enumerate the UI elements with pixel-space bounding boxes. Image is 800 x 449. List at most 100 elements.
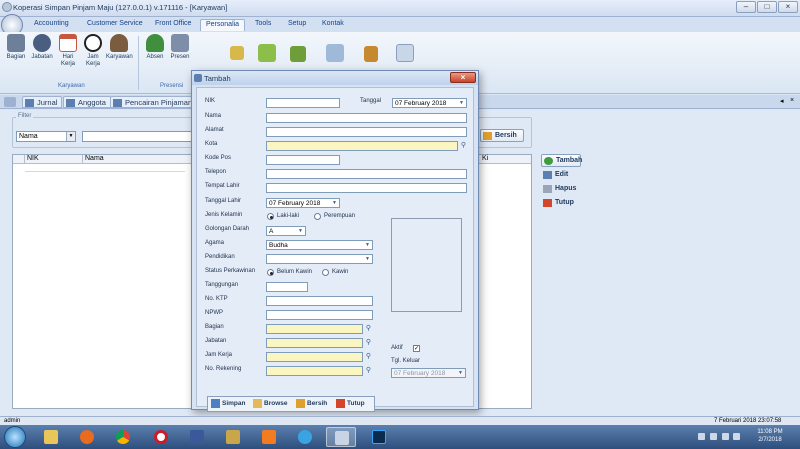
tanggungan-field[interactable] [266,282,308,292]
gender-female-radio[interactable] [314,213,321,220]
close-button[interactable]: × [778,1,798,13]
edit-button[interactable]: Edit [541,169,581,182]
tab-customer-service[interactable]: Customer Service [82,19,148,31]
button-label: Bersih [495,132,517,139]
tab-nav-icon[interactable] [4,97,16,107]
column-header-nama[interactable]: Nama [83,155,203,164]
taskbar-firefox[interactable] [72,427,102,447]
agama-select[interactable]: Budha ▼ [266,240,373,250]
volume-icon[interactable] [733,433,740,440]
tanggal-lahir-date-picker[interactable]: 07 February 2018 ▼ [266,198,340,208]
photo-box[interactable] [391,218,462,312]
status-married-radio[interactable] [322,269,329,276]
tab-personalia[interactable]: Personalia [200,19,246,31]
maximize-button[interactable]: □ [757,1,777,13]
tab-setup[interactable]: Setup [283,19,311,31]
doc-tab-pencairan-pinjaman[interactable]: Pencairan Pinjaman [110,96,198,108]
taskbar-chrome[interactable] [108,427,138,447]
jam-kerja-field[interactable] [266,352,363,362]
dialog-title-bar[interactable]: Tambah × [192,71,478,85]
bersih-filter-button[interactable]: Bersih [480,129,524,142]
taskbar-explorer[interactable] [36,427,66,447]
tab-kontak[interactable]: Kontak [317,19,349,31]
tambah-button[interactable]: Tambah [541,154,582,167]
browse-button[interactable]: Browse [252,398,287,410]
filter-search-input[interactable] [82,131,192,142]
search-icon[interactable]: ⚲ [364,338,373,347]
nik-field[interactable] [266,98,340,108]
network-icon[interactable] [722,433,729,440]
status-single-radio[interactable] [267,269,274,276]
taskbar-app[interactable] [218,427,248,447]
ribbon-button-jabatan[interactable]: Jabatan [29,34,55,61]
no-ktp-field[interactable] [266,296,373,306]
telepon-field[interactable] [266,169,467,179]
search-icon[interactable]: ⚲ [364,324,373,333]
taskbar-clock[interactable]: 11:08 PM 2/7/2018 [742,428,798,444]
kode-pos-field[interactable] [266,155,340,165]
button-label: Bersih [307,400,328,407]
tab-close-icon[interactable]: × [790,97,797,106]
jabatan-field[interactable] [266,338,363,348]
tab-accounting[interactable]: Accounting [29,19,74,31]
tgl-keluar-date-picker[interactable]: 07 February 2018 ▼ [391,368,466,378]
app-icon[interactable] [2,2,12,12]
taskbar-opera[interactable] [146,427,176,447]
ribbon-extra-icon[interactable] [290,46,306,62]
ribbon-button-presensi[interactable]: Presen [167,34,193,61]
ribbon-button-jam-kerja[interactable]: Jam Kerja [80,34,106,68]
tab-tools[interactable]: Tools [250,19,276,31]
doc-tab-anggota[interactable]: Anggota [63,96,111,108]
taskbar-app[interactable] [290,427,320,447]
nama-field[interactable] [266,113,467,123]
simpan-button[interactable]: Simpan [210,398,245,410]
flag-icon[interactable] [710,433,717,440]
tray-icon[interactable] [698,433,705,440]
ribbon-button-bagian[interactable]: Bagian [3,34,29,61]
tempat-lahir-field[interactable] [266,183,467,193]
aktif-checkbox[interactable]: ✓ [413,345,420,352]
bersih-button[interactable]: Bersih [295,398,327,410]
dialog-close-button[interactable]: × [450,72,476,83]
pendidikan-select[interactable]: ▼ [266,254,373,264]
search-icon[interactable]: ⚲ [459,141,468,150]
clock-time: 11:08 PM [757,429,783,435]
status-datetime: 7 Februari 2018 23:07:58 [714,418,782,424]
search-icon[interactable]: ⚲ [364,352,373,361]
tanggal-date-picker[interactable]: 07 February 2018 ▼ [392,98,467,108]
alamat-field[interactable] [266,127,467,137]
ribbon-button-karyawan[interactable]: Karyawan [106,34,133,61]
minimize-button[interactable]: – [736,1,756,13]
kota-field[interactable] [266,141,458,151]
search-icon[interactable]: ⚲ [364,366,373,375]
golongan-darah-select[interactable]: A ▼ [266,226,306,236]
npwp-field[interactable] [266,310,373,320]
taskbar-xampp[interactable] [254,427,284,447]
ribbon-extra-icon[interactable] [258,44,276,62]
hapus-button[interactable]: Hapus [541,183,581,196]
column-header-nik[interactable]: NIK [25,155,83,164]
table-row[interactable] [25,164,185,172]
tab-front-office[interactable]: Front Office [150,19,196,31]
filter-field-select[interactable]: Nama ▼ [16,131,76,142]
taskbar-facebook[interactable] [182,427,212,447]
ribbon-button-absen[interactable]: Absen [142,34,168,61]
gender-male-radio[interactable] [267,213,274,220]
ribbon-button-hari-kerja[interactable]: Hari Kerja [55,34,81,68]
tutup-button[interactable]: Tutup [541,197,581,210]
ribbon-extra-icon[interactable] [364,46,378,62]
taskbar-koperasi-app[interactable] [326,427,356,447]
tab-scroll-icon[interactable]: ◂ [780,97,787,106]
ribbon-extra-icon[interactable] [230,46,244,60]
ribbon-extra-icon[interactable] [326,44,344,62]
taskbar-photoshop[interactable] [364,427,394,447]
column-header-ki[interactable]: Ki [480,155,531,164]
label-nik: NIK [205,98,216,104]
doc-tab-jurnal[interactable]: Jurnal [22,96,63,108]
bagian-field[interactable] [266,324,363,334]
start-button[interactable] [4,426,26,448]
no-rekening-field[interactable] [266,366,363,376]
ribbon-extra-icon[interactable] [396,44,414,62]
doc-tab-label: Pencairan Pinjaman [125,98,193,107]
tutup-dialog-button[interactable]: Tutup [335,398,365,410]
